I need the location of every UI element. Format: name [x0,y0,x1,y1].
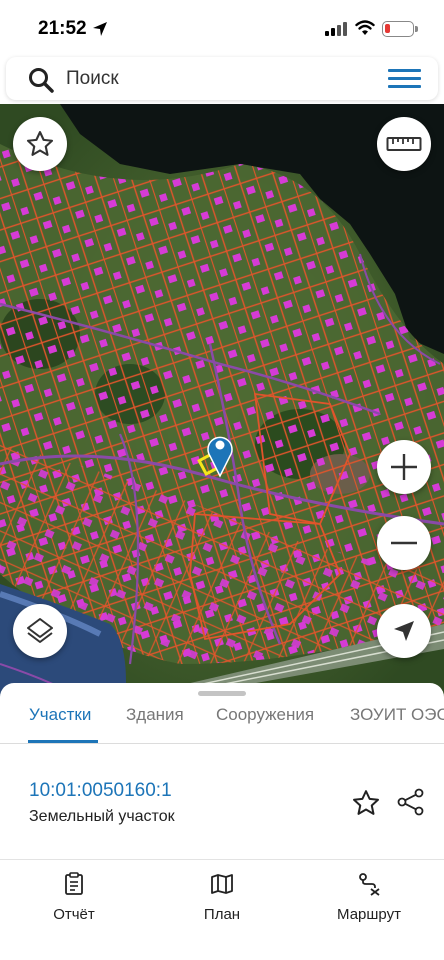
zoom-in-button[interactable] [377,440,431,494]
star-icon [26,131,54,156]
location-arrow-icon [93,22,107,36]
parcel-cadastral-number[interactable]: 10:01:0050160:1 [29,780,172,802]
wifi-icon [355,20,375,35]
status-bar: 21:52 [0,0,444,56]
route-icon [359,873,380,896]
search-icon [29,68,54,93]
tab-structures[interactable]: Сооружения [216,705,314,725]
favorites-button[interactable] [13,117,67,171]
category-tabs: Участки Здания Сооружения ЗОУИТ ОЭС [0,705,444,743]
sheet-drag-handle[interactable] [198,691,246,696]
layers-icon [27,618,53,643]
parcel-type-label: Земельный участок [29,808,175,825]
nav-plan-label: План [203,906,241,923]
search-bar[interactable]: Поиск [6,57,438,100]
my-location-button[interactable] [377,604,431,658]
map-plan-icon [211,874,233,894]
navigation-arrow-icon [394,621,414,641]
nav-route-label: Маршрут [337,906,401,923]
tab-parcels[interactable]: Участки [29,705,91,725]
nav-route[interactable]: Маршрут [309,872,429,923]
add-favorite-icon[interactable] [351,788,381,818]
plus-icon [391,454,417,480]
minus-icon [391,541,417,545]
search-placeholder[interactable]: Поиск [66,68,119,90]
status-time: 21:52 [38,18,87,39]
menu-icon[interactable] [388,69,421,89]
tabs-divider [0,743,444,744]
ruler-icon [386,137,422,151]
nav-report-label: Отчёт [53,906,95,923]
zoom-out-button[interactable] [377,516,431,570]
map-view[interactable] [0,104,444,704]
bottom-navigation: Отчёт План Маршрут [0,860,444,960]
tab-buildings[interactable]: Здания [126,705,184,725]
battery-icon [382,21,418,37]
layers-button[interactable] [13,604,67,658]
report-icon [65,872,83,895]
nav-report[interactable]: Отчёт [14,872,134,923]
satellite-map[interactable] [0,104,444,704]
ruler-button[interactable] [377,117,431,171]
nav-plan[interactable]: План [162,872,282,923]
tab-zouit[interactable]: ЗОУИТ ОЭС [350,705,444,725]
cellular-signal-icon [325,22,347,36]
share-icon[interactable] [396,787,426,817]
